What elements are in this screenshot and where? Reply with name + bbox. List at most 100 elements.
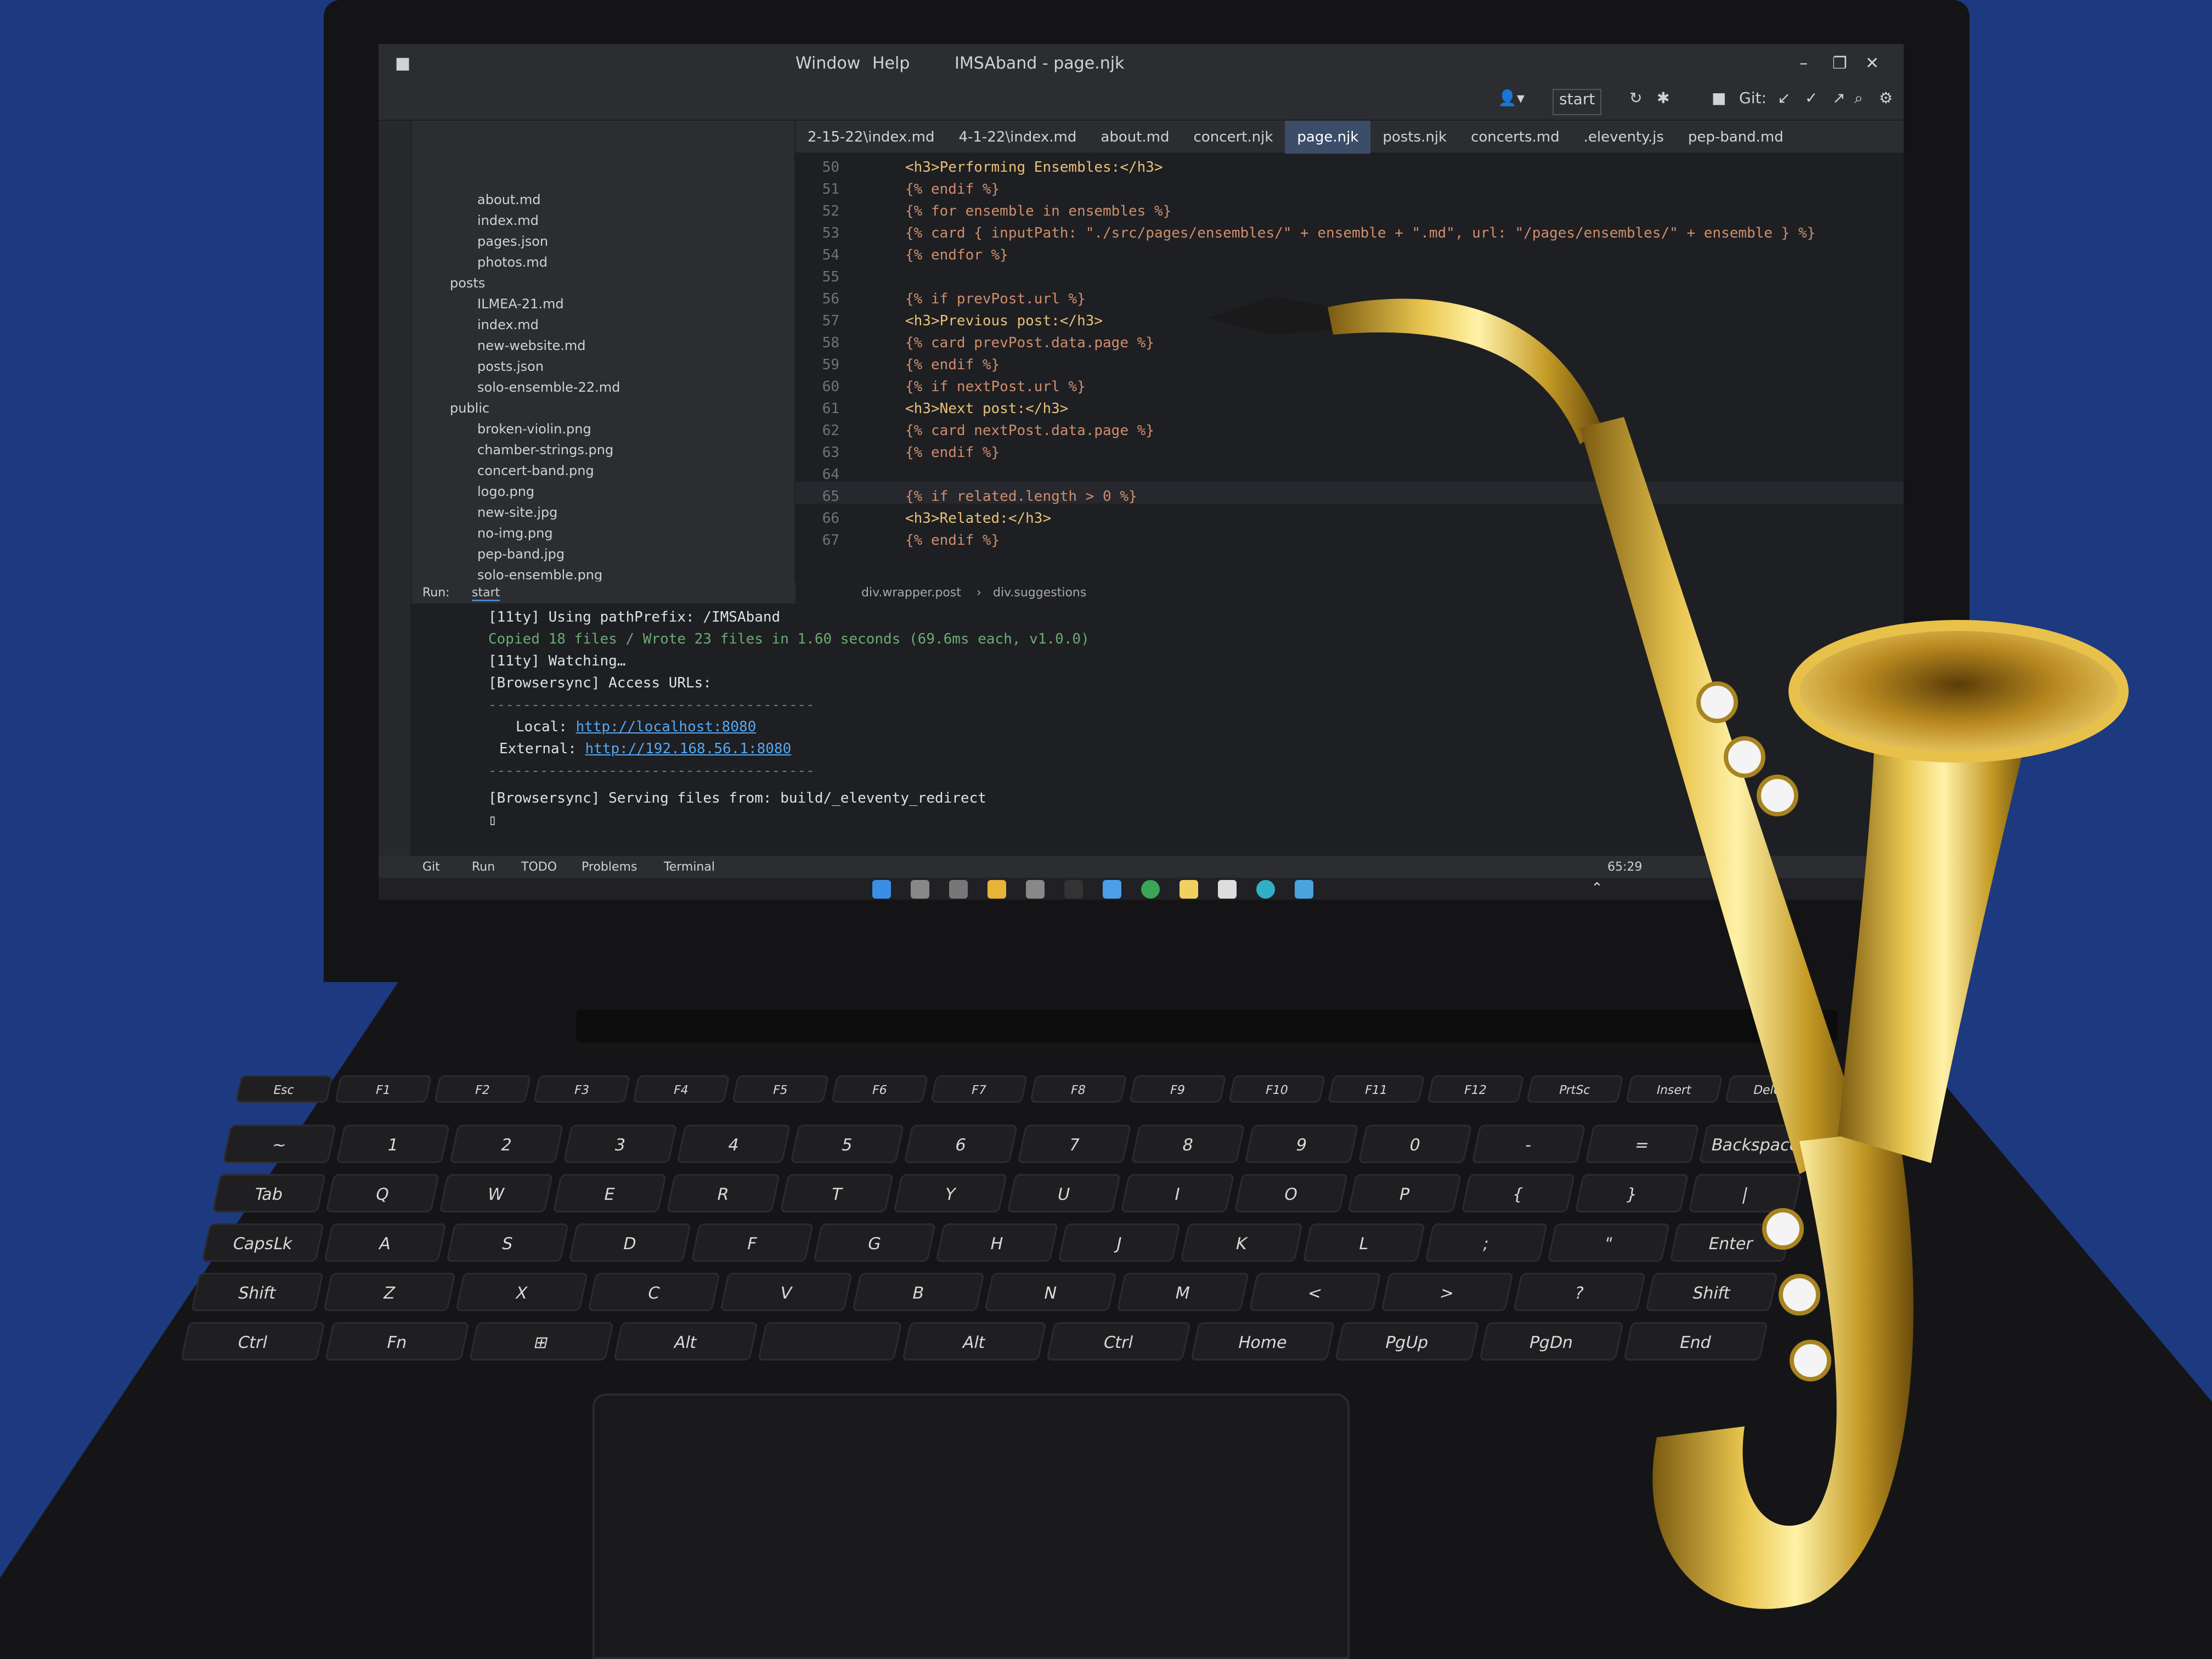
keyboard-key[interactable]: D [568, 1223, 692, 1262]
keyboard-key[interactable]: Ctrl [1046, 1322, 1191, 1361]
run-tab-start[interactable]: start [472, 586, 500, 601]
keyboard-key[interactable]: F5 [731, 1075, 830, 1103]
tree-item[interactable]: pep-band.jpg [477, 546, 565, 562]
keyboard-key[interactable]: F7 [930, 1075, 1028, 1103]
keyboard-key[interactable]: 4 [676, 1125, 791, 1163]
keyboard-key[interactable]: F1 [334, 1075, 432, 1103]
status-tab-terminal[interactable]: Terminal [664, 860, 715, 874]
keyboard-key[interactable]: 6 [904, 1125, 1018, 1163]
keyboard-key[interactable]: Alt [901, 1322, 1047, 1361]
user-icon[interactable]: 👤▾ [1498, 89, 1525, 113]
keyboard-key[interactable]: 5 [790, 1125, 905, 1163]
keyboard-key[interactable]: C [588, 1273, 720, 1311]
menu-window[interactable]: Window [795, 54, 860, 73]
ide-taskbar-icon[interactable] [1103, 880, 1121, 899]
tree-item[interactable]: new-site.jpg [477, 505, 557, 520]
tree-item[interactable]: solo-ensemble.png [477, 567, 602, 583]
keyboard-key[interactable]: Fn [324, 1322, 470, 1361]
git-commit-icon[interactable]: ✓ [1805, 89, 1818, 113]
status-tab-run[interactable]: Run [472, 860, 495, 874]
tab-file[interactable]: concerts.md [1459, 121, 1572, 154]
keyboard-key[interactable]: 7 [1017, 1125, 1132, 1163]
keyboard-key[interactable]: F [691, 1223, 814, 1262]
tree-item[interactable]: no-img.png [477, 526, 553, 541]
keyboard-key[interactable]: B [852, 1273, 985, 1311]
keyboard-key[interactable]: Y [893, 1174, 1008, 1212]
mail-icon[interactable] [1026, 880, 1045, 899]
keyboard-key[interactable]: G [813, 1223, 936, 1262]
tab-file[interactable]: pep-band.md [1676, 121, 1796, 154]
stop-icon[interactable]: ■ [1712, 89, 1726, 113]
keyboard-key[interactable]: E [552, 1174, 667, 1212]
search-taskbar-icon[interactable] [911, 880, 929, 899]
keyboard-key[interactable]: J [1058, 1223, 1181, 1262]
tab-file[interactable]: 4-1-22\index.md [946, 121, 1088, 154]
tab-file-active[interactable]: page.njk [1285, 121, 1371, 154]
tree-item[interactable]: broken-violin.png [477, 421, 591, 437]
keyboard-key[interactable]: F2 [433, 1075, 532, 1103]
tree-item[interactable]: index.md [477, 317, 539, 332]
tree-folder[interactable]: posts [450, 275, 485, 291]
search-icon[interactable]: ⌕ [1854, 89, 1863, 113]
keyboard-key[interactable]: F6 [831, 1075, 929, 1103]
tab-file[interactable]: 2-15-22\index.md [795, 121, 946, 154]
tab-file[interactable]: about.md [1088, 121, 1181, 154]
keyboard-key[interactable]: Q [325, 1174, 440, 1212]
tree-item[interactable]: logo.png [477, 484, 534, 499]
tree-item[interactable]: concert-band.png [477, 463, 594, 478]
keyboard-key[interactable]: CapsLk [201, 1223, 325, 1262]
chrome-icon[interactable] [1141, 880, 1160, 899]
tree-item[interactable]: posts.json [477, 359, 544, 374]
keyboard-key[interactable]: 3 [563, 1125, 678, 1163]
tree-item[interactable]: solo-ensemble-22.md [477, 380, 620, 395]
maximize-icon[interactable]: ❐ [1832, 54, 1847, 73]
keyboard-key[interactable]: Ctrl [180, 1322, 325, 1361]
debug-icon[interactable]: ✱ [1657, 89, 1669, 113]
tree-item[interactable]: ILMEA-21.md [477, 296, 564, 312]
local-url-link[interactable]: http://localhost:8080 [576, 719, 757, 735]
status-tab-git[interactable]: Git [422, 860, 440, 874]
keyboard-key[interactable]: Shift [191, 1273, 324, 1311]
status-tab-problems[interactable]: Problems [582, 860, 637, 874]
keyboard-key[interactable]: H [935, 1223, 1059, 1262]
keyboard-key[interactable] [757, 1322, 902, 1361]
keyboard-key[interactable]: F4 [632, 1075, 730, 1103]
git-push-icon[interactable]: ↗ [1832, 89, 1845, 113]
breadcrumb-item[interactable]: div.suggestions [993, 586, 1086, 600]
tab-file[interactable]: .eleventy.js [1572, 121, 1676, 154]
keyboard-key[interactable]: T [780, 1174, 894, 1212]
keyboard-key[interactable]: X [455, 1273, 588, 1311]
keyboard-key[interactable]: F8 [1029, 1075, 1127, 1103]
tree-item[interactable]: new-website.md [477, 338, 585, 353]
keyboard-key[interactable]: F3 [533, 1075, 631, 1103]
minimize-icon[interactable]: – [1799, 54, 1808, 73]
keyboard-key[interactable]: U [1007, 1174, 1121, 1212]
keyboard-key[interactable]: ~ [222, 1125, 337, 1163]
tree-item[interactable]: chamber-strings.png [477, 442, 613, 458]
tree-item[interactable]: pages.json [477, 234, 548, 249]
keyboard-key[interactable]: W [439, 1174, 554, 1212]
tree-folder[interactable]: public [450, 400, 489, 416]
tree-item[interactable]: index.md [477, 213, 539, 228]
keyboard-key[interactable]: Z [323, 1273, 456, 1311]
keyboard-key[interactable]: V [720, 1273, 853, 1311]
git-update-icon[interactable]: ↙ [1778, 89, 1790, 113]
terminal-icon[interactable] [1064, 880, 1083, 899]
breadcrumb-item[interactable]: div.wrapper.post [861, 586, 961, 600]
keyboard-key[interactable]: R [666, 1174, 781, 1212]
keyboard-key[interactable]: ⊞ [469, 1322, 614, 1361]
tab-file[interactable]: concert.njk [1182, 121, 1285, 154]
keyboard-key[interactable]: N [984, 1273, 1117, 1311]
keyboard-key[interactable]: A [324, 1223, 447, 1262]
keyboard-key[interactable]: 1 [336, 1125, 450, 1163]
keyboard-key[interactable]: S [446, 1223, 569, 1262]
keyboard-key[interactable]: 2 [449, 1125, 564, 1163]
rerun-icon[interactable]: ↻ [1629, 89, 1642, 113]
keyboard-key[interactable]: Esc [235, 1075, 333, 1103]
close-icon[interactable]: ✕ [1865, 54, 1879, 73]
keyboard-key[interactable]: Tab [212, 1174, 326, 1212]
gear-icon[interactable]: ⚙ [1879, 89, 1893, 113]
external-url-link[interactable]: http://192.168.56.1:8080 [585, 741, 792, 757]
keyboard-key[interactable]: Alt [613, 1322, 758, 1361]
run-config-select[interactable]: start [1553, 89, 1602, 115]
